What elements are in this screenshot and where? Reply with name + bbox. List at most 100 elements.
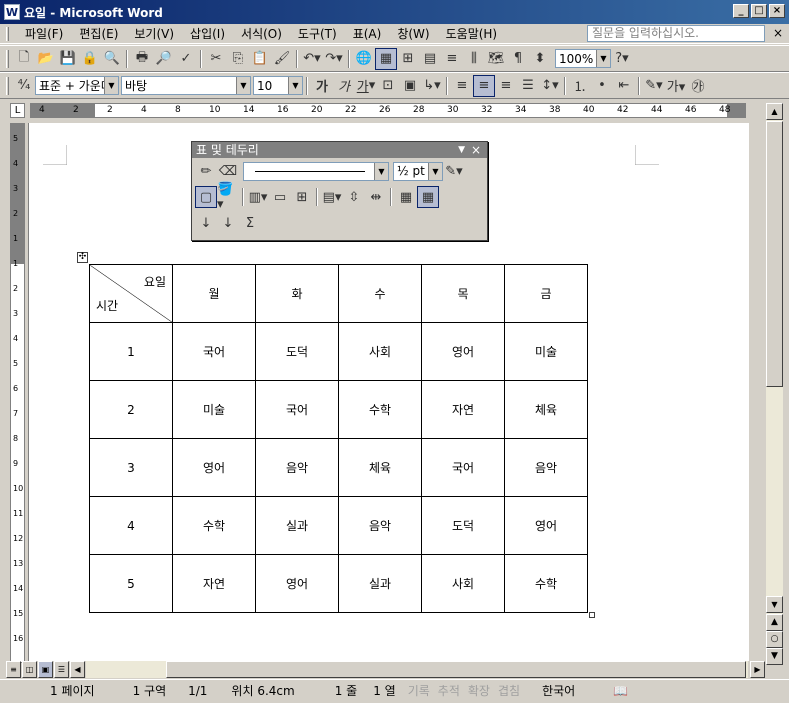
subject-cell[interactable]: 국어 [421,438,505,497]
align-left-icon[interactable]: ≡ [451,75,473,97]
period-cell[interactable]: 1 [89,322,173,381]
status-ovr[interactable]: 겹침 [494,682,524,700]
scroll-left-icon[interactable]: ◀ [70,661,85,678]
columns-icon[interactable]: ≡ [441,48,463,70]
style-dropdown-icon[interactable]: ▼ [104,77,118,94]
day-header-cell[interactable]: 목 [421,264,505,323]
insert-excel-icon[interactable]: ▤ [419,48,441,70]
previous-page-icon[interactable]: ▲ [766,614,783,631]
zoom-select[interactable]: 100% ▼ [555,49,611,68]
hyperlink-icon[interactable]: 🌐 [353,48,375,70]
tab-selector-icon[interactable]: L [10,103,25,118]
status-trk[interactable]: 추적 [434,682,464,700]
subject-cell[interactable]: 수학 [504,554,588,613]
subject-cell[interactable]: 국어 [172,322,256,381]
asian-layout-icon[interactable]: ↳▾ [421,75,443,97]
menu-edit[interactable]: 편집(E) [71,25,126,43]
subject-cell[interactable]: 실과 [255,496,339,555]
new-document-icon[interactable]: 🗋 [13,48,35,70]
horizontal-ruler[interactable]: 4 2 2 4 8 10 14 16 20 22 26 28 30 32 34 38 40 42 44 46 48 [30,103,746,118]
subject-cell[interactable]: 음악 [338,496,422,555]
document-map-icon[interactable]: 🗺 [485,48,507,70]
merge-cells-icon[interactable]: ▭ [269,186,291,208]
vertical-scrollbar[interactable]: ▲ ▼ ▲ ○ ▼ [766,103,783,665]
shading-color-icon[interactable]: 🪣▾ [217,182,239,212]
subject-cell[interactable]: 영어 [504,496,588,555]
day-header-cell[interactable]: 금 [504,264,588,323]
char-shading-icon[interactable]: ▣ [399,75,421,97]
period-cell[interactable]: 4 [89,496,173,555]
subject-cell[interactable]: 도덕 [255,322,339,381]
document-close-icon[interactable]: × [773,26,783,40]
help-icon[interactable]: ?▾ [611,48,633,70]
subject-cell[interactable]: 자연 [421,380,505,439]
subject-cell[interactable]: 수학 [172,496,256,555]
distributed-icon[interactable]: ☰ [517,75,539,97]
period-cell[interactable]: 5 [89,554,173,613]
menu-window[interactable]: 창(W) [389,25,437,43]
subject-cell[interactable]: 음악 [504,438,588,497]
distribute-rows-icon[interactable]: ⇳ [343,186,365,208]
toolbar-grip[interactable] [6,76,9,95]
redo-icon[interactable]: ↷▾ [323,48,345,70]
table-autoformat-icon[interactable]: ▦ [395,186,417,208]
subject-cell[interactable]: 도덕 [421,496,505,555]
horizontal-scrollbar-track[interactable] [86,661,748,678]
bold-icon[interactable]: 가 [311,75,333,97]
enclosed-char-icon[interactable]: ㉮ [687,75,709,97]
draw-table-pencil-icon[interactable]: ✏ [195,160,217,182]
subject-cell[interactable]: 체육 [504,380,588,439]
decrease-indent-icon[interactable]: ⇤ [613,75,635,97]
diagonal-header-cell[interactable]: 요일 시간 [89,264,173,323]
floating-toolbar-close-icon[interactable]: × [471,142,481,158]
menu-format[interactable]: 서식(O) [233,25,290,43]
subject-cell[interactable]: 사회 [338,322,422,381]
menu-view[interactable]: 보기(V) [126,25,182,43]
subject-cell[interactable]: 음악 [255,438,339,497]
menu-insert[interactable]: 삽입(I) [182,25,233,43]
line-style-dropdown-icon[interactable]: ▼ [374,162,388,180]
print-icon[interactable]: 🖶 [131,48,153,70]
scroll-right-icon[interactable]: ▶ [750,661,765,678]
table-move-handle-icon[interactable]: ✣ [77,252,88,263]
period-cell[interactable]: 2 [89,380,173,439]
word-app-icon[interactable]: W [4,4,20,20]
italic-icon[interactable]: 가 [333,75,355,97]
day-header-cell[interactable]: 월 [172,264,256,323]
status-ext[interactable]: 확장 [464,682,494,700]
tables-borders-icon[interactable]: ▦ [375,47,397,70]
show-gridlines-icon[interactable]: ▦ [417,186,439,208]
cut-icon[interactable]: ✂ [205,48,227,70]
maximize-button[interactable]: □ [751,4,767,18]
subject-cell[interactable]: 영어 [421,322,505,381]
paste-icon[interactable]: 📋 [249,48,271,70]
subject-cell[interactable]: 사회 [421,554,505,613]
day-header-cell[interactable]: 화 [255,264,339,323]
subject-cell[interactable]: 자연 [172,554,256,613]
horizontal-scroll-thumb[interactable] [166,661,746,678]
sort-ascending-icon[interactable]: ↓ [195,212,217,234]
insert-table-tb-icon[interactable]: ▥▾ [247,186,269,208]
browse-object-icon[interactable]: ○ [766,631,783,648]
scroll-down-icon[interactable]: ▼ [766,596,783,613]
print-layout-view-icon[interactable]: ▣ [38,661,53,678]
split-cells-icon[interactable]: ⊞ [291,186,313,208]
tables-borders-toolbar[interactable]: 표 및 테두리 ▼ × ✏ ⌫ ▼ ½ pt ▼ ✎▾ ▢ 🪣▾ ▥▾ ▭ ⊞ … [191,141,488,241]
distribute-columns-icon[interactable]: ⇹ [365,186,387,208]
menu-file[interactable]: 파일(F) [17,25,71,43]
font-color-icon[interactable]: 가▾ [665,75,687,97]
cell-align-icon[interactable]: ▤▾ [321,186,343,208]
align-right-icon[interactable]: ≡ [495,75,517,97]
style-select[interactable]: 표준 + 가운데 ▼ [35,76,119,95]
font-select[interactable]: 바탕 ▼ [121,76,251,95]
autosum-icon[interactable]: Σ [239,212,261,234]
border-color-icon[interactable]: ✎▾ [443,160,465,182]
table-resize-handle[interactable] [589,612,595,618]
subject-cell[interactable]: 체육 [338,438,422,497]
show-hide-icon[interactable]: ¶ [507,48,529,70]
subject-cell[interactable]: 실과 [338,554,422,613]
floating-toolbar-title[interactable]: 표 및 테두리 ▼ × [192,142,487,158]
outside-border-icon[interactable]: ▢ [195,186,217,208]
insert-table-icon[interactable]: ⊞ [397,48,419,70]
line-spacing-icon[interactable]: ↕▾ [539,75,561,97]
